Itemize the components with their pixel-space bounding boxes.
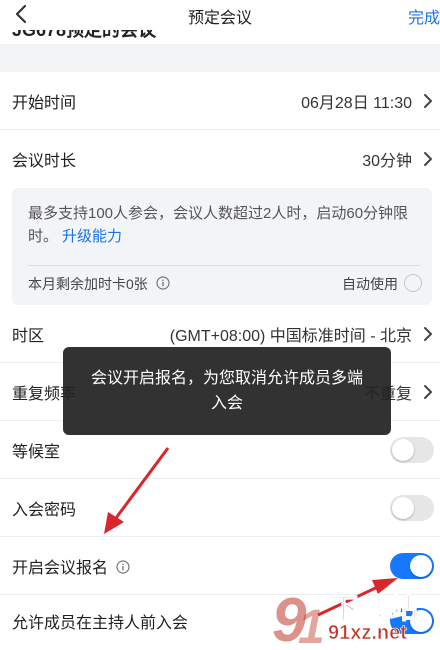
toggle-knob [410, 554, 432, 577]
done-button[interactable]: 完成 [408, 4, 440, 28]
start-time-row[interactable]: 开始时间 06月28日 11:30 [0, 72, 440, 130]
auto-use-radio[interactable] [404, 274, 422, 292]
chevron-right-icon [424, 93, 432, 108]
password-row: 入会密码 [0, 479, 440, 537]
divider [28, 265, 420, 266]
site-watermark: 9 1 下载站 91xz.net [272, 585, 440, 650]
password-toggle[interactable] [390, 494, 434, 521]
upgrade-link[interactable]: 升级能力 [62, 228, 122, 245]
chevron-right-icon [424, 326, 432, 341]
svg-text:1: 1 [298, 601, 325, 650]
info-icon[interactable] [156, 276, 170, 290]
password-label: 入会密码 [12, 501, 77, 519]
watermark-text-cn: 下载站 [329, 593, 421, 625]
page-title: 预定会议 [187, 10, 252, 27]
join-before-host-label: 允许成员在主持人前入会 [12, 615, 189, 632]
toggle-knob [392, 438, 414, 461]
toast-message: 会议开启报名，为您取消允许成员多端入会 [63, 347, 391, 435]
duration-value: 30分钟 [362, 153, 412, 170]
chevron-right-icon [424, 384, 432, 399]
start-time-value: 06月28日 11:30 [301, 94, 412, 112]
waiting-room-label: 等候室 [12, 443, 61, 461]
registration-label-group: 开启会议报名 [12, 554, 131, 578]
registration-toggle[interactable] [390, 552, 434, 579]
auto-use-label: 自动使用 [342, 276, 398, 292]
duration-label: 会议时长 [12, 153, 77, 170]
duration-limit-notice: 最多支持100人参会，会议人数超过2人时，启动60分钟限时。 升级能力 本月剩余加… [12, 188, 432, 305]
toggle-knob [392, 496, 414, 519]
watermark-url: 91xz.net [328, 622, 408, 645]
notice-text-block: 最多支持100人参会，会议人数超过2人时，启动60分钟限时。 升级能力 [28, 202, 428, 248]
timezone-value: (GMT+08:00) 中国标准时间 - 北京 [169, 327, 412, 345]
start-time-label: 开始时间 [12, 94, 77, 112]
duration-row[interactable]: 会议时长 30分钟 [0, 130, 440, 188]
info-icon[interactable] [116, 559, 131, 574]
extension-card-remaining: 本月剩余加时卡0张 [28, 274, 170, 294]
extension-card-text: 本月剩余加时卡0张 [28, 276, 148, 292]
waiting-room-toggle[interactable] [390, 436, 434, 463]
registration-label: 开启会议报名 [12, 559, 109, 577]
nav-bar: 预定会议 完成 [0, 0, 440, 30]
section-spacer [0, 44, 440, 72]
timezone-label: 时区 [12, 327, 45, 345]
toast-text: 会议开启报名，为您取消允许成员多端入会 [90, 370, 363, 412]
chevron-right-icon [424, 152, 432, 166]
